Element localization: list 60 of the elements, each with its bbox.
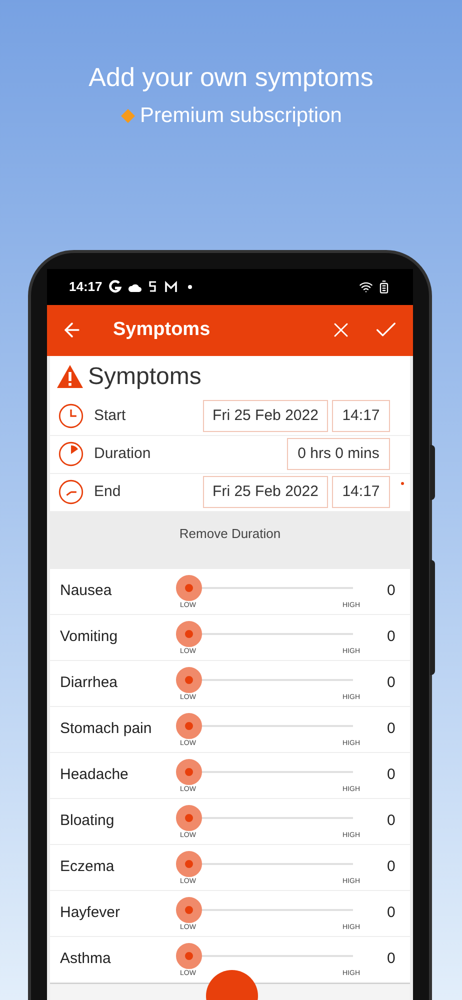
symptom-name: Nausea [60, 580, 113, 601]
clock-icon [58, 441, 84, 467]
symptom-value: 0 [387, 810, 396, 831]
slider-thumb[interactable] [176, 667, 202, 693]
slider-track[interactable] [176, 667, 353, 693]
time-field[interactable]: 14:17 [332, 476, 390, 508]
slider-track[interactable] [176, 805, 353, 831]
slider-track[interactable] [176, 759, 353, 785]
slider-track[interactable] [176, 621, 353, 647]
section-title: Symptoms [88, 362, 202, 392]
symptom-name: Headache [60, 764, 130, 785]
slider-thumb[interactable] [176, 897, 202, 923]
app-bar-title: Symptoms [113, 318, 212, 342]
slider-thumb[interactable] [176, 621, 202, 647]
symptom-value: 0 [387, 856, 396, 877]
diamond-icon [120, 108, 136, 124]
promo-subtitle: Premium subscription [140, 103, 342, 129]
slider-thumb[interactable] [176, 805, 202, 831]
symptom-value: 0 [387, 948, 396, 969]
clock-icon [58, 403, 84, 429]
clock-icon [58, 479, 84, 505]
slider-thumb[interactable] [176, 851, 202, 877]
mail-icon [164, 280, 178, 294]
symptom-value: 0 [387, 764, 396, 785]
slider-track[interactable] [176, 897, 353, 923]
promo-title: Add your own symptoms [88, 61, 374, 94]
symptom-name: Hayfever [60, 902, 122, 923]
symptom-name: Stomach pain [60, 718, 153, 739]
notification-icon [148, 280, 158, 294]
warning-icon [56, 364, 84, 389]
google-icon [108, 280, 122, 294]
symptom-value: 0 [387, 718, 396, 739]
symptom-value: 0 [387, 626, 396, 647]
row-label: Duration [94, 444, 152, 464]
battery-icon [377, 280, 391, 294]
date-field[interactable]: Fri 25 Feb 2022 [203, 400, 328, 432]
date-field[interactable]: Fri 25 Feb 2022 [203, 476, 328, 508]
remove-duration-button[interactable]: Remove Duration [179, 524, 281, 543]
slider-thumb[interactable] [176, 759, 202, 785]
symptom-name: Asthma [60, 948, 112, 969]
slider-track[interactable] [176, 851, 353, 877]
row-label: End [94, 482, 122, 502]
slider-track[interactable] [176, 713, 353, 739]
symptom-name: Vomiting [60, 626, 119, 647]
slider-track[interactable] [176, 575, 353, 601]
symptom-name: Bloating [60, 810, 116, 831]
slider-thumb[interactable] [176, 943, 202, 969]
slider-thumb[interactable] [176, 713, 202, 739]
symptom-name: Eczema [60, 856, 116, 877]
row-label: Start [94, 406, 127, 426]
duration-field[interactable]: 0 hrs 0 mins [287, 438, 390, 470]
status-time: 14:17 [69, 278, 102, 296]
symptom-name: Diarrhea [60, 672, 119, 693]
time-field[interactable]: 14:17 [332, 400, 390, 432]
symptom-value: 0 [387, 580, 396, 601]
slider-thumb[interactable] [176, 575, 202, 601]
wifi-icon [359, 280, 373, 294]
dot-icon [188, 284, 192, 288]
symptom-value: 0 [387, 902, 396, 923]
symptom-value: 0 [387, 672, 396, 693]
